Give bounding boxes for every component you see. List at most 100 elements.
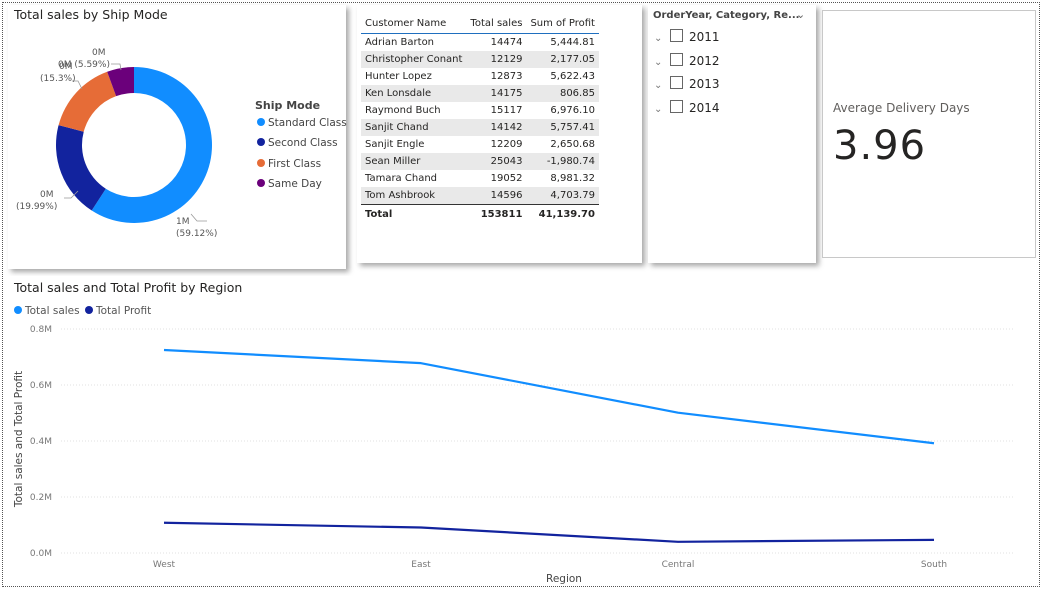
slicer-header: OrderYear, Category, Re... [653,10,800,21]
slicer-item-label: 2011 [689,30,720,44]
expand-chevron-icon[interactable]: ⌄ [654,104,664,115]
profit-cell: 6,976.10 [550,105,595,116]
customer-name-cell: Raymond Buch [365,105,441,116]
table-row[interactable]: Sean Miller 25043 -1,980.74 [361,153,599,170]
y-tick-label: 0.8M [30,325,52,335]
table-row[interactable]: Raymond Buch 15117 6,976.10 [361,102,599,119]
expand-chevron-icon[interactable]: ⌄ [654,33,664,44]
donut-label-first-pct: (15.3%) [40,74,76,84]
customer-name-cell: Sean Miller [361,153,467,170]
customer-name-cell: Adrian Barton [365,37,435,48]
legend-dot-icon [257,159,265,167]
slicer-item-2011[interactable]: ⌄ 2011 [654,29,720,47]
column-header-total-sales[interactable]: Total sales [466,13,527,34]
table-row[interactable]: Sanjit Chand 14142 5,757.41 [361,119,599,136]
profit-cell: 5,444.81 [550,37,595,48]
customer-name-cell: Christopher Conant [361,51,467,68]
customer-table-visual[interactable]: Customer Name Total sales Sum of Profit … [357,5,642,263]
profit-cell: 5,757.41 [526,119,599,136]
legend-dot-icon [257,138,265,146]
slicer-item-label: 2013 [689,77,720,91]
line-chart[interactable]: 0.0M 0.2M 0.4M 0.6M 0.8M West East Central South… [8,276,1036,586]
donut-label-sameday: 0M 0M (5.59%) [58,47,110,71]
x-tick-label: Central [662,560,695,570]
checkbox[interactable] [670,29,683,42]
profit-cell: 5,622.43 [550,71,595,82]
legend-label: Standard Class [268,117,347,129]
slice-second-class[interactable] [55,125,106,211]
donut-label-second: 0M (19.99%) [16,189,58,213]
slicer-item-2013[interactable]: ⌄ 2013 [654,76,720,94]
donut-label-second-pct: (19.99%) [16,202,58,212]
donut-label-sameday-value: 0M [92,48,106,58]
legend-dot-icon [257,118,265,126]
card-value: 3.96 [833,123,927,169]
table-total-row: Total 153811 41,139.70 [361,204,599,223]
donut-legend-title: Ship Mode [255,99,321,112]
profit-cell: 2,177.05 [526,51,599,68]
total-sales-cell: 19052 [490,173,523,184]
y-axis-title: Total sales and Total Profit [13,371,25,508]
y-tick-label: 0.2M [30,493,52,503]
x-axis-title: Region [546,573,582,585]
table-row[interactable]: Tamara Chand 19052 8,981.32 [361,170,599,187]
y-tick-label: 0.4M [30,437,52,447]
total-sales-value: 153811 [466,204,527,223]
table-row[interactable]: Christopher Conant 12129 2,177.05 [361,51,599,68]
legend-dot-icon [257,179,265,187]
total-sales-cell: 14142 [466,119,527,136]
total-sales-cell: 14596 [466,187,527,205]
table-row[interactable]: Sanjit Engle 12209 2,650.68 [361,136,599,153]
slicer-item-2014[interactable]: ⌄ 2014 [654,100,720,118]
column-header-sum-of-profit[interactable]: Sum of Profit [526,13,599,34]
customer-table[interactable]: Customer Name Total sales Sum of Profit … [361,13,599,223]
total-sales-cell: 12129 [466,51,527,68]
card-label: Average Delivery Days [833,101,970,115]
legend-item-same-day[interactable]: Same Day [257,178,322,190]
donut-chart-visual[interactable]: Total sales by Ship Mode 1M (59.12%) 0M … [8,5,347,269]
slicer-item-label: 2014 [689,101,720,115]
x-tick-label: West [153,560,176,570]
line-chart-visual[interactable]: Total sales and Total Profit by Region T… [8,276,1036,586]
legend-label: Same Day [268,178,322,190]
legend-item-standard-class[interactable]: Standard Class [257,117,347,129]
table-row[interactable]: Ken Lonsdale 14175 806.85 [361,85,599,102]
slicer-item-2012[interactable]: ⌄ 2012 [654,53,720,71]
profit-cell: 8,981.32 [550,173,595,184]
customer-name-cell: Tom Ashbrook [361,187,467,205]
customer-name-cell: Sanjit Engle [365,139,425,150]
legend-label: First Class [268,158,322,170]
expand-chevron-icon[interactable]: ⌄ [654,57,664,68]
profit-cell: -1,980.74 [526,153,599,170]
y-tick-label: 0.6M [30,381,52,391]
chevron-down-icon[interactable]: ⌄ [796,8,805,21]
series-line-total-profit[interactable] [163,521,935,543]
series-line-total-sales[interactable] [163,348,935,445]
table-row[interactable]: Tom Ashbrook 14596 4,703.79 [361,187,599,205]
total-profit-value: 41,139.70 [526,204,599,223]
table-header-row: Customer Name Total sales Sum of Profit [361,13,599,34]
customer-name-cell: Ken Lonsdale [361,85,467,102]
legend-label: Second Class [268,137,338,149]
profit-cell: 2,650.68 [550,139,595,150]
donut-label-sameday-pct: 0M (5.59%) [58,60,110,70]
total-sales-cell: 25043 [466,153,527,170]
delivery-days-card[interactable]: Average Delivery Days 3.96 [822,10,1036,258]
table-row[interactable]: Hunter Lopez 12873 5,622.43 [361,68,599,85]
legend-item-first-class[interactable]: First Class [257,158,321,170]
x-tick-label: South [921,560,947,570]
profit-cell: 4,703.79 [526,187,599,205]
total-sales-cell: 14474 [490,37,523,48]
year-slicer-visual[interactable]: OrderYear, Category, Re... ⌄ ⌄ 2011 ⌄ 2012… [648,5,816,263]
table-row[interactable]: Adrian Barton 14474 5,444.81 [361,34,599,52]
checkbox[interactable] [670,76,683,89]
y-tick-label: 0.0M [30,549,52,559]
checkbox[interactable] [670,100,683,113]
column-header-customer-name[interactable]: Customer Name [361,13,467,34]
legend-item-second-class[interactable]: Second Class [257,137,338,149]
expand-chevron-icon[interactable]: ⌄ [654,80,664,91]
total-sales-cell: 12209 [490,139,523,150]
slicer-item-label: 2012 [689,54,720,68]
checkbox[interactable] [670,53,683,66]
total-sales-cell: 12873 [490,71,523,82]
